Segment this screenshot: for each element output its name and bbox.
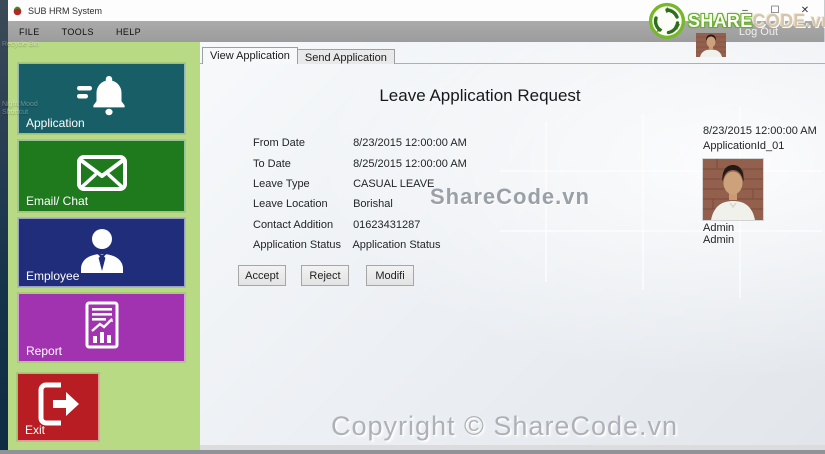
wallpaper-line — [642, 114, 644, 290]
field-value: 8/23/2015 12:00:00 AM — [353, 137, 467, 149]
field-label: Leave Type — [253, 178, 350, 190]
field-leave-location: Leave Location Borishal — [253, 198, 393, 212]
desktop-icon-night-mood: Night Mood Shortcut — [2, 101, 48, 117]
sidebar-tile-label: Report — [26, 344, 62, 358]
menu-file[interactable]: FILE — [8, 27, 51, 37]
field-from-date: From Date 8/23/2015 12:00:00 AM — [253, 137, 467, 151]
brand-share-text: SHARE — [688, 11, 753, 31]
sidebar-tile-label: Employee — [26, 269, 79, 283]
application-id: ApplicationId_01 — [703, 140, 784, 152]
brand-text: SHARECODE.vn — [688, 11, 825, 32]
menu-tools[interactable]: TOOLS — [51, 27, 105, 37]
sidebar-tile-application[interactable]: Application — [18, 63, 185, 134]
field-label: To Date — [253, 158, 350, 170]
window-title: SUB HRM System — [28, 6, 102, 16]
sidebar-tile-employee[interactable]: Employee — [18, 218, 185, 287]
main-panel: View Application Send Application Leave … — [200, 42, 825, 445]
field-label: From Date — [253, 137, 350, 149]
field-application-status: Application Status Application Status — [253, 239, 441, 253]
field-to-date: To Date 8/25/2015 12:00:00 AM — [253, 158, 467, 172]
applicant-name: Admin — [703, 222, 734, 234]
report-icon — [76, 300, 128, 350]
recycle-logo-icon — [648, 2, 686, 40]
person-icon — [76, 227, 128, 273]
desktop-icon-recycle-bin: Recycle Bin — [2, 41, 48, 49]
brand-code-text: CODE.vn — [753, 11, 825, 31]
applicant-photo — [703, 159, 763, 220]
page-title: Leave Application Request — [200, 86, 760, 106]
tab-strip: View Application Send Application — [202, 47, 395, 64]
exit-icon — [33, 380, 83, 428]
tab-view-application[interactable]: View Application — [202, 47, 298, 64]
reject-button[interactable]: Reject — [301, 265, 349, 286]
taskbar-strip — [0, 450, 825, 454]
field-label: Application Status — [253, 239, 350, 251]
field-value: 8/25/2015 12:00:00 AM — [353, 158, 467, 170]
sharecode-logo: SHARECODE.vn — [648, 2, 825, 40]
wallpaper-line — [500, 230, 822, 232]
menu-help[interactable]: HELP — [105, 27, 152, 37]
modify-button[interactable]: Modifi — [366, 265, 414, 286]
tab-send-application[interactable]: Send Application — [298, 49, 395, 64]
field-value: CASUAL LEAVE — [353, 178, 434, 190]
applicant-role: Admin — [703, 234, 734, 246]
field-contact-addition: Contact Addition 01623431287 — [253, 219, 420, 233]
field-value: Application Status — [352, 239, 440, 251]
wallpaper-line — [500, 170, 822, 172]
sidebar-tile-label: Email/ Chat — [26, 194, 88, 208]
sidebar-tile-exit[interactable]: Exit — [17, 373, 99, 441]
application-datetime: 8/23/2015 12:00:00 AM — [703, 125, 817, 137]
sidebar-tile-email-chat[interactable]: Email/ Chat — [18, 140, 185, 212]
app-window: SUB HRM System – ☐ ✕ FILE TOOLS HELP Log… — [8, 0, 825, 450]
sidebar-tile-label: Exit — [25, 423, 45, 437]
envelope-icon — [74, 152, 130, 194]
field-value: 01623431287 — [353, 219, 420, 231]
screen: Recycle Bin Night Mood Shortcut SUB HRM … — [0, 0, 825, 454]
field-leave-type: Leave Type CASUAL LEAVE — [253, 178, 434, 192]
watermark-bottom: Copyright © ShareCode.vn — [192, 411, 817, 442]
accept-button[interactable]: Accept — [238, 265, 286, 286]
watermark-center: ShareCode.vn — [430, 184, 590, 210]
sidebar-tile-report[interactable]: Report — [18, 293, 185, 362]
field-label: Contact Addition — [253, 219, 350, 231]
sidebar-tile-label: Application — [26, 116, 85, 130]
app-icon — [12, 5, 23, 16]
avatar-photo-icon — [703, 159, 763, 220]
bell-icon — [73, 72, 131, 120]
field-label: Leave Location — [253, 198, 350, 210]
field-value: Borishal — [353, 198, 393, 210]
